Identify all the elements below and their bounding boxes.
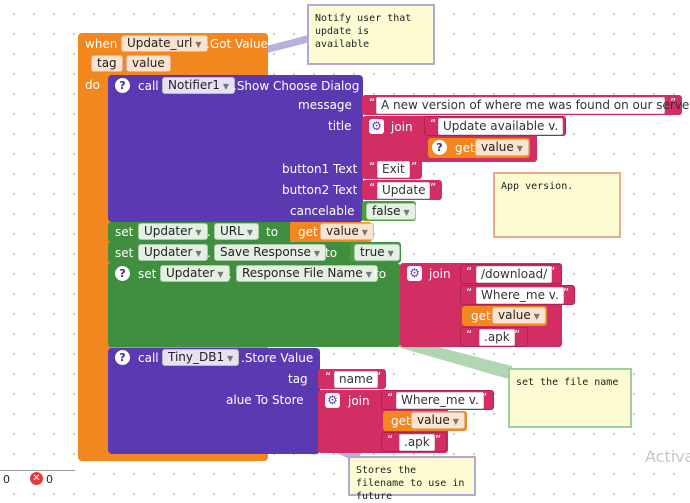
help-icon[interactable]: ? xyxy=(432,140,447,155)
set-url-var-dropdown[interactable]: value ▼ xyxy=(320,223,374,240)
store-tag-label: tag xyxy=(288,372,308,386)
cancelable-label: cancelable xyxy=(290,204,355,218)
store-get-label: get xyxy=(391,414,411,428)
set-save-label: set xyxy=(115,246,134,260)
resp-part4-field[interactable]: .apk xyxy=(479,329,515,346)
tinydb-component-dropdown[interactable]: Tiny_DB1 ▼ xyxy=(162,349,240,366)
set-resp-property-dropdown[interactable]: Response File Name ▼ xyxy=(236,265,378,282)
resp-part2-field[interactable]: Where_me v. xyxy=(476,287,564,304)
set-url-to-label: to xyxy=(266,225,279,239)
message-text-field[interactable]: A new version of where me was found on o… xyxy=(376,97,690,114)
call-label: call xyxy=(138,79,159,93)
set-resp-label: set xyxy=(138,267,157,281)
button1-label: button1 Text xyxy=(282,162,358,176)
when-label: when xyxy=(85,37,118,51)
get-label: get xyxy=(455,141,475,155)
resp-join-label: join xyxy=(429,267,451,281)
do-label: do xyxy=(85,78,100,92)
warning-count: 0 xyxy=(3,473,10,486)
comment-notify-user[interactable]: Notify user that update is available xyxy=(307,4,435,65)
error-icon[interactable]: ✕ xyxy=(30,472,43,485)
resp-var-dropdown[interactable]: value ▼ xyxy=(492,307,546,324)
set-url-label: set xyxy=(115,225,134,239)
gear-icon[interactable]: ⚙ xyxy=(325,393,340,408)
title-label: title xyxy=(328,119,352,133)
join-label: join xyxy=(391,120,413,134)
store-call-label: call xyxy=(138,351,159,365)
error-count: 0 xyxy=(46,473,53,486)
resp-get-label: get xyxy=(471,309,491,323)
method-label: .Show Choose Dialog xyxy=(233,79,360,93)
get-var-dropdown[interactable]: value ▼ xyxy=(475,139,529,156)
set-url-get-label: get xyxy=(298,225,318,239)
set-save-to-label: to xyxy=(325,246,338,260)
store-value-label: alue To Store xyxy=(226,393,304,407)
true-dropdown[interactable]: true ▼ xyxy=(354,244,400,261)
event-component-dropdown[interactable]: Update_url ▼ xyxy=(121,35,208,52)
comment-file-name[interactable]: set the file name xyxy=(508,368,632,428)
set-save-property-dropdown[interactable]: Save Response ▼ xyxy=(214,244,327,261)
store-part3-field[interactable]: .apk xyxy=(399,434,435,451)
dot-separator: . xyxy=(207,246,211,260)
resp-part1-field[interactable]: /download/ xyxy=(476,266,553,283)
store-part1-field[interactable]: Where_me v. xyxy=(396,392,484,409)
button1-text-field[interactable]: Exit xyxy=(377,161,410,178)
set-url-component-dropdown[interactable]: Updater ▼ xyxy=(138,223,208,240)
help-icon[interactable]: ? xyxy=(115,78,130,93)
cancelable-dropdown[interactable]: false ▼ xyxy=(366,203,416,220)
store-var-dropdown[interactable]: value ▼ xyxy=(411,412,465,429)
dot-separator: . xyxy=(207,225,211,239)
help-icon[interactable]: ? xyxy=(115,266,130,281)
set-url-property-dropdown[interactable]: URL ▼ xyxy=(214,223,259,240)
param-tag[interactable]: tag xyxy=(91,55,123,72)
dot-separator: . xyxy=(228,267,232,281)
comment-app-version[interactable]: App version. xyxy=(493,172,621,238)
event-name-label: .Got Value xyxy=(206,37,268,51)
store-method-label: .Store Value xyxy=(241,351,314,365)
gear-icon[interactable]: ⚙ xyxy=(407,266,422,281)
gear-icon[interactable]: ⚙ xyxy=(369,119,384,134)
param-value[interactable]: value xyxy=(126,55,171,72)
activation-watermark: Activa xyxy=(645,447,690,466)
store-tag-field[interactable]: name xyxy=(334,371,379,388)
button2-text-field[interactable]: Update xyxy=(377,182,431,199)
comment-store-filename[interactable]: Stores the filename to use in future xyxy=(348,456,476,502)
set-resp-to-label: to xyxy=(374,267,387,281)
set-resp-component-dropdown[interactable]: Updater ▼ xyxy=(160,265,230,282)
notifier-component-dropdown[interactable]: Notifier1 ▼ xyxy=(162,77,236,94)
set-save-component-dropdown[interactable]: Updater ▼ xyxy=(138,244,208,261)
message-label: message xyxy=(298,98,352,112)
help-icon[interactable]: ? xyxy=(115,350,130,365)
button2-label: button2 Text xyxy=(282,183,358,197)
title-text-field[interactable]: Update available v. xyxy=(438,118,564,135)
store-join-label: join xyxy=(348,394,370,408)
